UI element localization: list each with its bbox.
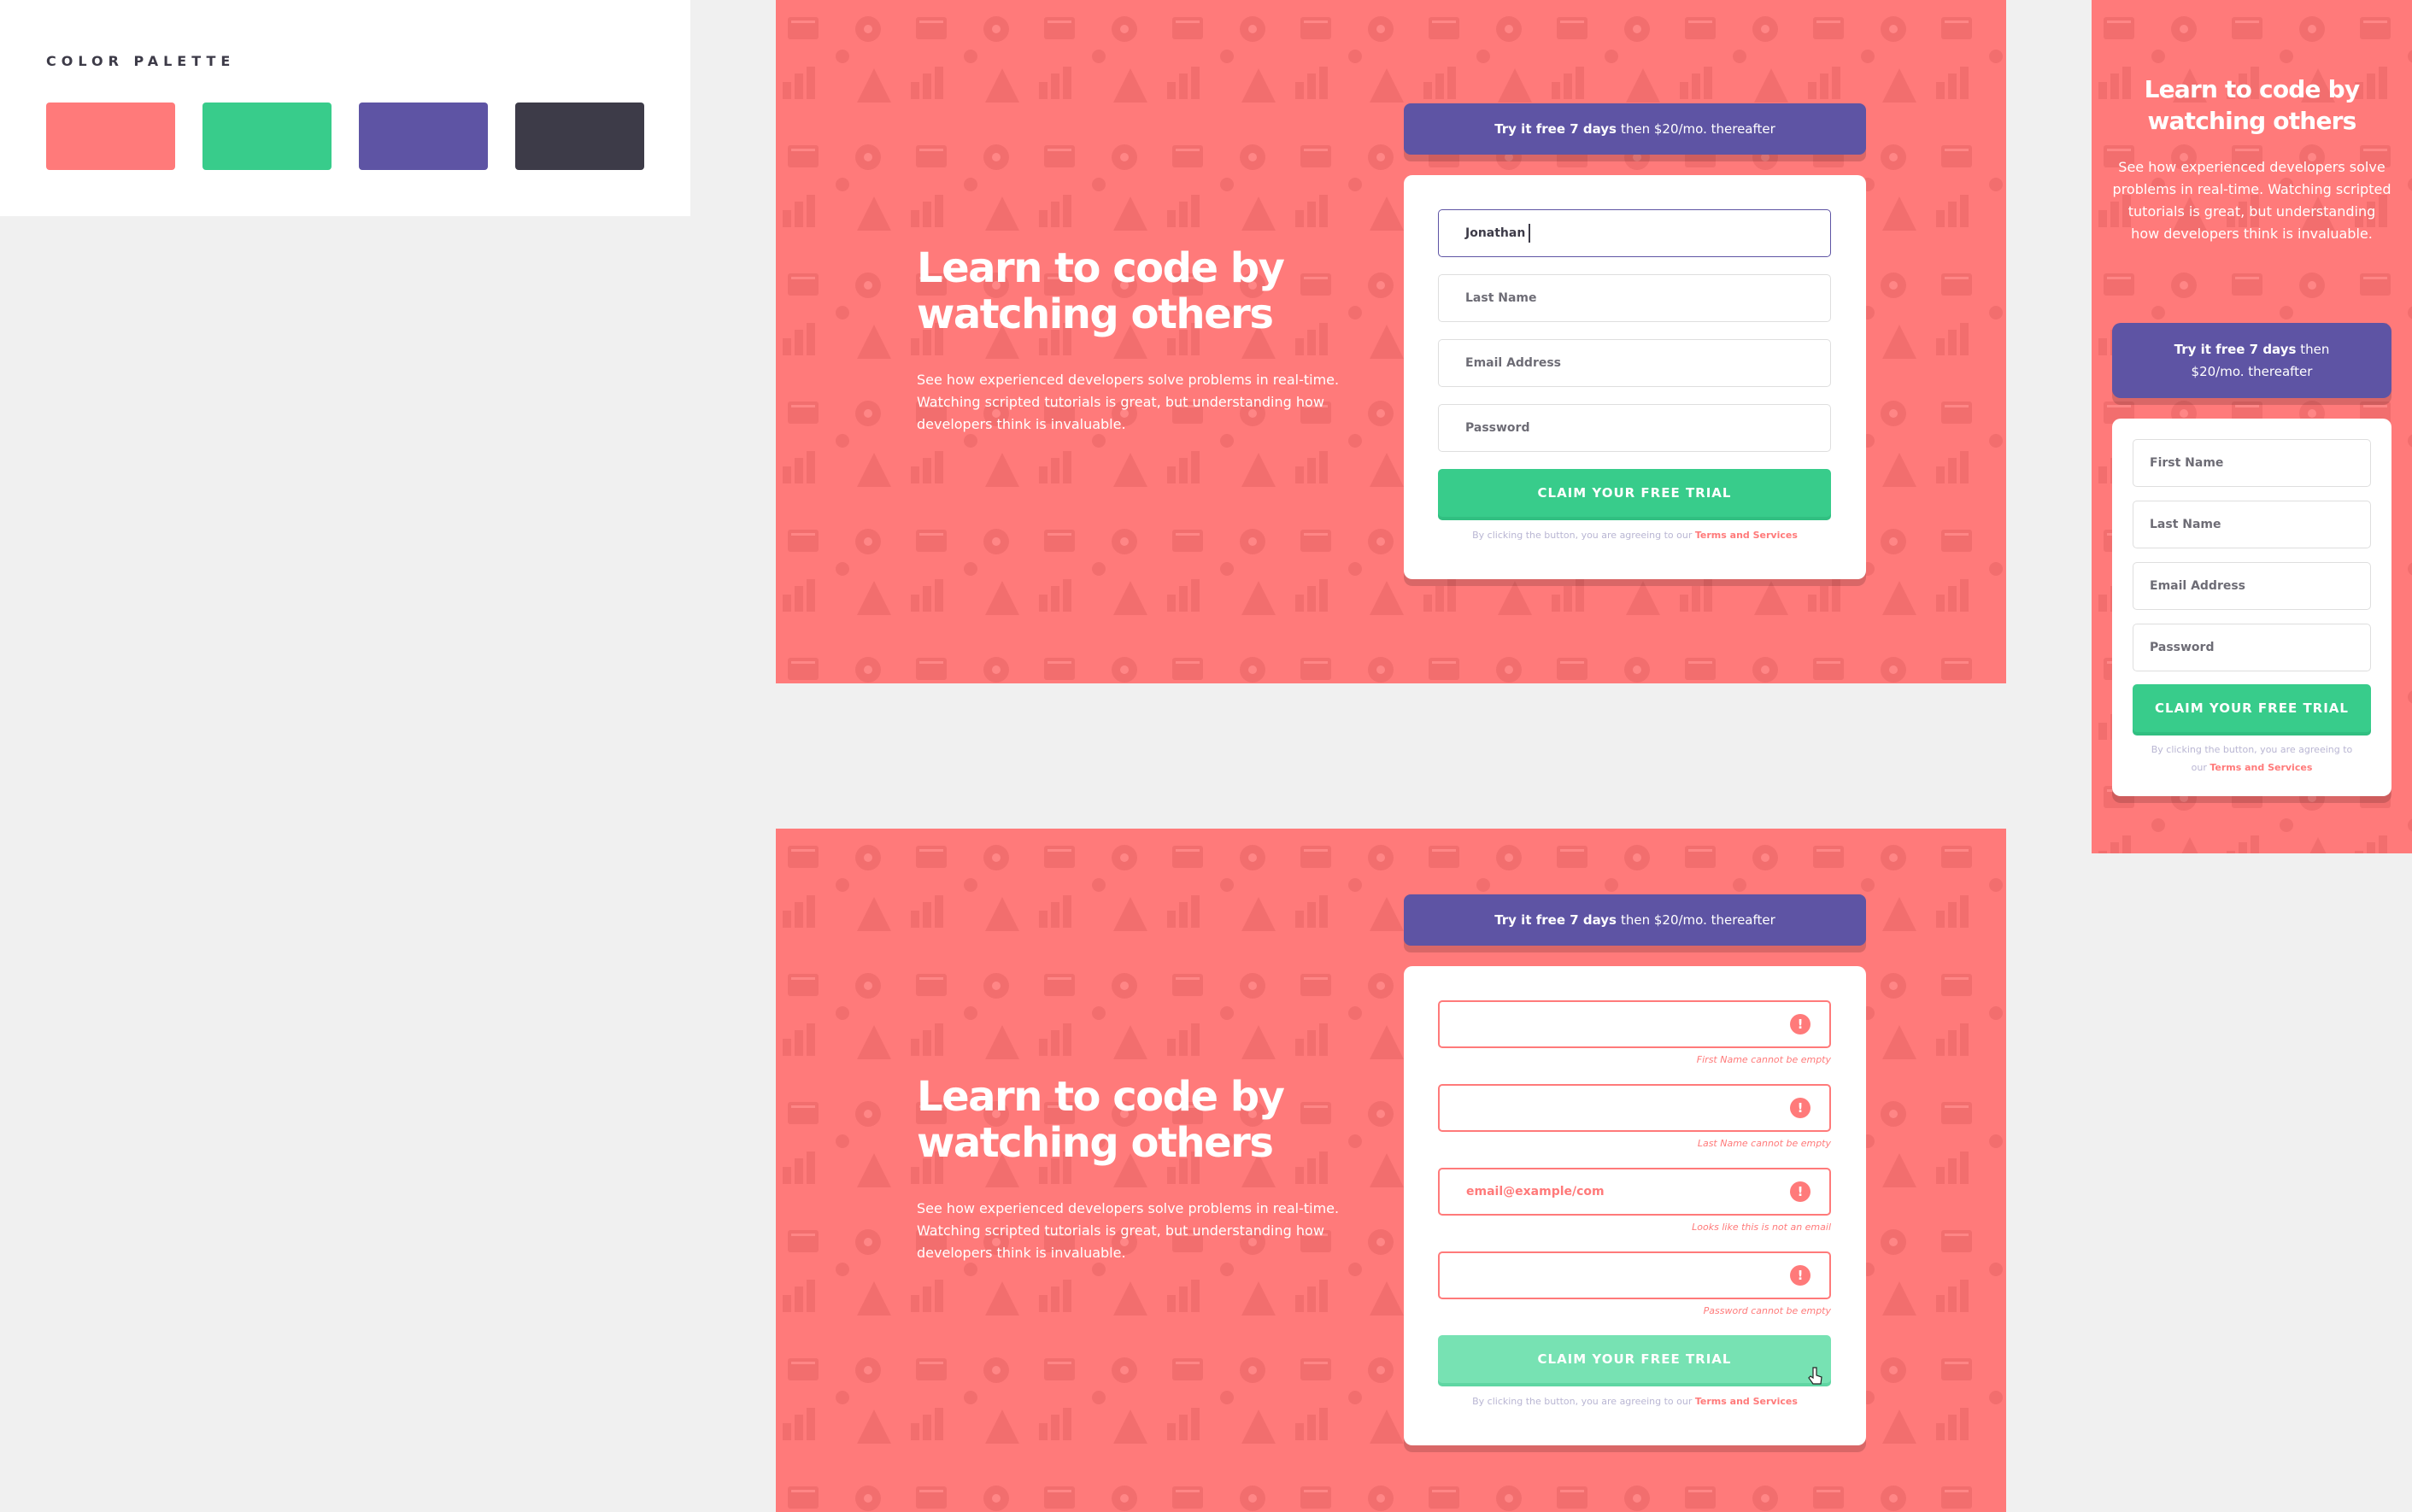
password-error: Password cannot be empty	[1703, 1305, 1831, 1316]
first-name-placeholder: First Name	[2150, 456, 2224, 470]
alert-icon: !	[1790, 1098, 1810, 1118]
hero-title: Learn to code by watching others	[917, 245, 1318, 337]
text-caret	[1529, 224, 1530, 243]
trial-banner: Try it free 7 days then $20/mo. thereaft…	[1404, 103, 1866, 155]
mobile-view: Learn to code by watching others See how…	[2092, 0, 2412, 853]
terms-link[interactable]: Terms and Services	[1695, 530, 1798, 541]
first-name-input[interactable]: !	[1438, 1000, 1831, 1048]
hero-text-line1: See how experienced developers solve pro…	[917, 372, 1340, 388]
signup-form: Jonathan Last Name Email Address Passwor…	[1404, 175, 1866, 579]
mobile-title-line1: Learn to code by	[2144, 75, 2361, 103]
terms-link[interactable]: Terms and Services	[1695, 1396, 1798, 1407]
hero-text-line2: Watching scripted tutorials is great, bu…	[917, 394, 1324, 410]
claim-trial-button[interactable]: CLAIM YOUR FREE TRIAL	[1438, 469, 1831, 517]
terms-link[interactable]: Terms and Services	[2210, 762, 2312, 773]
first-name-input[interactable]: Jonathan	[1438, 209, 1831, 257]
email-placeholder: Email Address	[1465, 356, 1562, 370]
last-name-error: Last Name cannot be empty	[1697, 1138, 1831, 1149]
pointer-cursor-icon	[1808, 1367, 1822, 1385]
trial-banner-strong: Try it free 7 days	[1494, 912, 1617, 928]
mobile-hero-title: Learn to code by watching others	[2092, 73, 2412, 137]
password-input[interactable]: !	[1438, 1251, 1831, 1299]
swatch-blue	[359, 103, 488, 170]
terms-note: By clicking the button, you are agreeing…	[1404, 1396, 1866, 1407]
email-value: email@example/com	[1466, 1185, 1605, 1198]
email-input[interactable]: email@example/com !	[1438, 1168, 1831, 1216]
email-input[interactable]: Email Address	[1438, 339, 1831, 387]
hero-title-line2: watching others	[917, 1119, 1274, 1167]
mobile-banner-strong: Try it free 7 days	[2174, 342, 2297, 357]
trial-banner: Try it free 7 days then $20/mo. thereaft…	[1404, 894, 1866, 946]
hero-text: See how experienced developers solve pro…	[917, 369, 1353, 436]
swatch-dark	[515, 103, 644, 170]
mobile-title-line2: watching others	[2147, 107, 2356, 135]
hero-title-line1: Learn to code by	[917, 244, 1285, 292]
last-name-placeholder: Last Name	[1465, 291, 1537, 305]
terms-prefix: By clicking the button, you are agreeing…	[1472, 1396, 1693, 1407]
alert-icon: !	[1790, 1014, 1810, 1034]
palette-title: COLOR PALETTE	[46, 53, 236, 69]
first-name-input[interactable]: First Name	[2133, 439, 2371, 487]
claim-trial-button[interactable]: CLAIM YOUR FREE TRIAL	[1438, 1335, 1831, 1383]
password-placeholder: Password	[2150, 641, 2215, 654]
hero-title: Learn to code by watching others	[917, 1074, 1318, 1166]
first-name-error: First Name cannot be empty	[1696, 1054, 1831, 1065]
alert-icon: !	[1790, 1265, 1810, 1286]
mobile-banner-rest1: then	[2300, 342, 2330, 357]
hero-text: See how experienced developers solve pro…	[917, 1198, 1353, 1264]
last-name-input[interactable]: !	[1438, 1084, 1831, 1132]
hero-text-line1: See how experienced developers solve pro…	[917, 1200, 1340, 1216]
terms-note: By clicking the button, you are agreeing…	[2146, 741, 2357, 777]
desktop-error-state: Learn to code by watching others See how…	[776, 829, 2006, 1512]
last-name-input[interactable]: Last Name	[2133, 501, 2371, 548]
last-name-placeholder: Last Name	[2150, 518, 2221, 531]
password-input[interactable]: Password	[1438, 404, 1831, 452]
color-palette-card: COLOR PALETTE	[0, 0, 690, 216]
desktop-active-state: Learn to code by watching others See how…	[776, 0, 2006, 683]
terms-note: By clicking the button, you are agreeing…	[1404, 530, 1866, 541]
swatch-red	[46, 103, 175, 170]
first-name-value: Jonathan	[1465, 226, 1526, 240]
signup-form: ! First Name cannot be empty ! Last Name…	[1404, 966, 1866, 1445]
password-input[interactable]: Password	[2133, 624, 2371, 671]
mobile-trial-banner: Try it free 7 days then $20/mo. thereaft…	[2112, 323, 2391, 398]
trial-banner-strong: Try it free 7 days	[1494, 121, 1617, 137]
email-placeholder: Email Address	[2150, 579, 2246, 593]
hero-title-line2: watching others	[917, 290, 1274, 338]
mobile-signup-form: First Name Last Name Email Address Passw…	[2112, 419, 2391, 796]
password-placeholder: Password	[1465, 421, 1530, 435]
email-input[interactable]: Email Address	[2133, 562, 2371, 610]
mobile-hero-text: See how experienced developers solve pro…	[2112, 159, 2391, 242]
swatch-green	[202, 103, 332, 170]
last-name-input[interactable]: Last Name	[1438, 274, 1831, 322]
hero-title-line1: Learn to code by	[917, 1073, 1285, 1121]
trial-banner-rest: then $20/mo. thereafter	[1620, 912, 1775, 928]
alert-icon: !	[1790, 1181, 1810, 1202]
email-error: Looks like this is not an email	[1692, 1222, 1831, 1233]
mobile-banner-rest2: $20/mo. thereafter	[2191, 364, 2313, 379]
trial-banner-rest: then $20/mo. thereafter	[1620, 121, 1775, 137]
terms-prefix: By clicking the button, you are agreeing…	[1472, 530, 1693, 541]
claim-trial-button[interactable]: CLAIM YOUR FREE TRIAL	[2133, 684, 2371, 732]
hero-text-line3: developers think is invaluable.	[917, 416, 1126, 432]
hero-text-line2: Watching scripted tutorials is great, bu…	[917, 1222, 1324, 1239]
hero-text-line3: developers think is invaluable.	[917, 1245, 1126, 1261]
